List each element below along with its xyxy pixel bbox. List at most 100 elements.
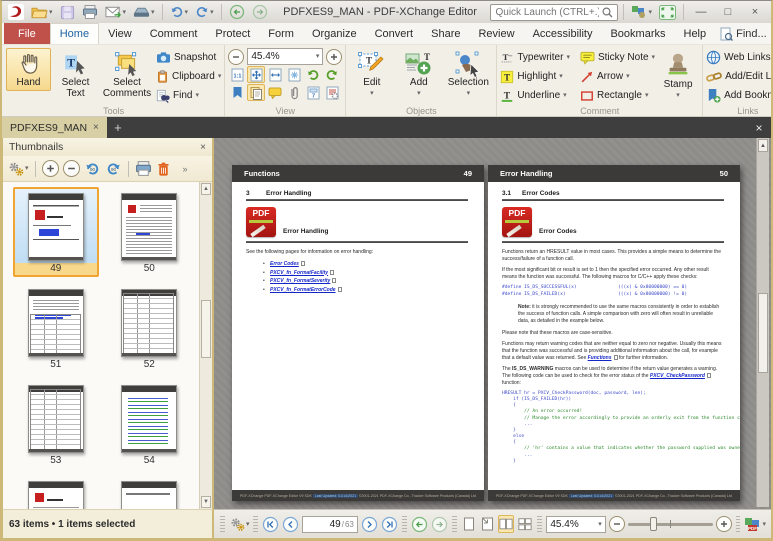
thumbnails-options-button[interactable]: ▾ (7, 160, 29, 177)
new-tab-button[interactable]: + (107, 117, 129, 138)
more-tools-chevron[interactable]: » (183, 164, 188, 174)
find-caret[interactable]: ▾ (195, 92, 199, 99)
sticky-note-caret[interactable]: ▾ (652, 54, 656, 61)
clipboard-button[interactable]: Clipboard▾ (156, 67, 221, 86)
edit-objects-button[interactable]: T Edit▾ (349, 48, 394, 99)
thumbnails-pane-button[interactable] (247, 84, 265, 101)
redo-dropdown-caret[interactable]: ▾ (210, 9, 214, 16)
select-comments-button[interactable]: Select Comments (100, 48, 154, 101)
zoom-combo-caret[interactable]: ▾ (598, 521, 602, 528)
arrow-tool-button[interactable]: Arrow▾ (580, 67, 655, 86)
link-checkpassword[interactable]: PXCV_CheckPassword (650, 373, 705, 379)
highlight-button[interactable]: T Highlight▾ (500, 67, 570, 86)
tab-comment[interactable]: Comment (141, 23, 207, 44)
link-error-codes[interactable]: Error Codes (270, 261, 299, 267)
thumbnail-page-52[interactable]: 52 (106, 283, 192, 373)
first-page-button[interactable] (262, 516, 279, 533)
selection-button[interactable]: Selection▾ (443, 48, 493, 99)
link-functions[interactable]: Functions (588, 355, 612, 361)
underline-button[interactable]: T Underline▾ (500, 86, 570, 105)
view-options-caret[interactable]: ▾ (246, 521, 250, 528)
close-document-tab-icon[interactable]: × (93, 122, 99, 133)
document-tab-active[interactable]: PDFXES9_MAN × (2, 117, 107, 138)
highlight-caret[interactable]: ▾ (559, 73, 563, 80)
add-caret[interactable]: ▾ (417, 90, 421, 97)
edit-caret[interactable]: ▾ (370, 90, 374, 97)
redo-button[interactable]: ▾ (193, 3, 216, 21)
two-page-layout-button[interactable] (498, 515, 514, 533)
arrow-caret[interactable]: ▾ (626, 73, 630, 80)
tab-organize[interactable]: Organize (303, 23, 366, 44)
close-pane-button[interactable]: × (747, 117, 771, 138)
hand-tool-button[interactable]: Hand (6, 48, 51, 91)
thumbnails-scrollbar[interactable]: ▲ ▼ (199, 182, 212, 509)
scroll-down-icon[interactable]: ▼ (201, 496, 211, 508)
tab-form[interactable]: Form (259, 23, 303, 44)
clipboard-caret[interactable]: ▾ (218, 73, 222, 80)
tab-home[interactable]: Home (50, 23, 99, 44)
rotate-ccw-90-button[interactable]: 90 (84, 161, 101, 177)
two-page-continuous-layout-button[interactable] (517, 515, 533, 533)
add-objects-button[interactable]: T Add▾ (396, 48, 441, 99)
snapshot-button[interactable]: Snapshot (156, 48, 221, 67)
add-edit-links-button[interactable]: Add/Edit Links (706, 67, 773, 86)
link-format-severity[interactable]: PXCV_fn_FormatSeverity (270, 278, 330, 284)
page-50[interactable]: Error Handling 50 3.1 Error Codes PDF Er… (488, 165, 740, 501)
maximize-button[interactable]: □ (716, 3, 740, 21)
zoom-in-button-bottom[interactable] (716, 516, 732, 532)
open-dropdown-caret[interactable]: ▾ (49, 9, 53, 16)
link-format-errorcode[interactable]: PXCV_fn_FormatErrorCode (270, 287, 336, 293)
undo-dropdown-caret[interactable]: ▾ (185, 9, 189, 16)
delete-pages-button[interactable] (156, 161, 171, 177)
zoom-out-button-bottom[interactable] (609, 516, 625, 532)
tab-share[interactable]: Share (422, 23, 469, 44)
ui-options-caret[interactable]: ▾ (648, 9, 652, 16)
open-file-button[interactable]: ▾ (29, 3, 55, 21)
bookmarks-pane-button[interactable] (228, 84, 246, 101)
thumbnail-page-49[interactable]: 49 (13, 187, 99, 277)
typewriter-caret[interactable]: ▾ (566, 54, 570, 61)
properties-pane-button[interactable] (323, 84, 341, 101)
email-dropdown-caret[interactable]: ▾ (123, 9, 127, 16)
zoom-slider-thumb[interactable] (650, 517, 657, 531)
scan-dropdown-caret[interactable]: ▾ (151, 9, 155, 16)
tab-accessibility[interactable]: Accessibility (524, 23, 602, 44)
thumbnail-page-55[interactable]: 55 (13, 475, 99, 509)
scroll-up-icon[interactable]: ▲ (201, 183, 211, 195)
fit-width-button[interactable] (266, 66, 284, 83)
last-page-button[interactable] (381, 516, 398, 533)
find-tool-button[interactable]: Find▾ (156, 86, 221, 105)
quick-launch-input[interactable] (495, 7, 599, 18)
tab-convert[interactable]: Convert (366, 23, 423, 44)
zoom-in-button[interactable] (326, 49, 342, 65)
continuous-layout-button[interactable] (480, 515, 496, 533)
previous-page-button[interactable] (282, 516, 299, 533)
rotate-cw-90-button[interactable]: 90 (105, 161, 122, 177)
pdf-options-button[interactable]: PDF▾ (744, 517, 766, 532)
actual-size-button[interactable]: 1:1 (228, 66, 246, 83)
close-thumbnails-panel-button[interactable]: × (200, 142, 206, 153)
tab-file[interactable]: File (4, 23, 50, 44)
scrollbar-thumb[interactable] (201, 300, 211, 358)
rotate-cw-button[interactable] (323, 66, 341, 83)
pdf-options-caret[interactable]: ▾ (762, 521, 766, 528)
zoom-slider[interactable] (628, 516, 713, 532)
find-button[interactable]: Find... (715, 23, 772, 44)
undo-button[interactable]: ▾ (168, 3, 191, 21)
history-forward-button[interactable] (431, 516, 448, 533)
document-scrollbar[interactable]: ▲ (756, 138, 769, 507)
fields-pane-button[interactable]: 7 (304, 84, 322, 101)
document-view[interactable]: Functions 49 3 Error Handling PDF Error … (214, 138, 771, 509)
page-49[interactable]: Functions 49 3 Error Handling PDF Error … (232, 165, 484, 501)
scroll-up-icon[interactable]: ▲ (758, 139, 768, 152)
single-page-layout-button[interactable] (461, 515, 477, 533)
thumbnail-page-51[interactable]: 51 (13, 283, 99, 373)
minimize-button[interactable]: — (689, 3, 713, 21)
thumbnails-zoom-out-button[interactable] (63, 160, 80, 177)
thumbnails-zoom-in-button[interactable] (42, 160, 59, 177)
tab-view[interactable]: View (99, 23, 141, 44)
thumbnail-page-53[interactable]: 53 (13, 379, 99, 469)
ui-options-button[interactable]: ▾ (629, 3, 654, 21)
fit-visible-button[interactable] (285, 66, 303, 83)
history-back-button[interactable] (411, 516, 428, 533)
